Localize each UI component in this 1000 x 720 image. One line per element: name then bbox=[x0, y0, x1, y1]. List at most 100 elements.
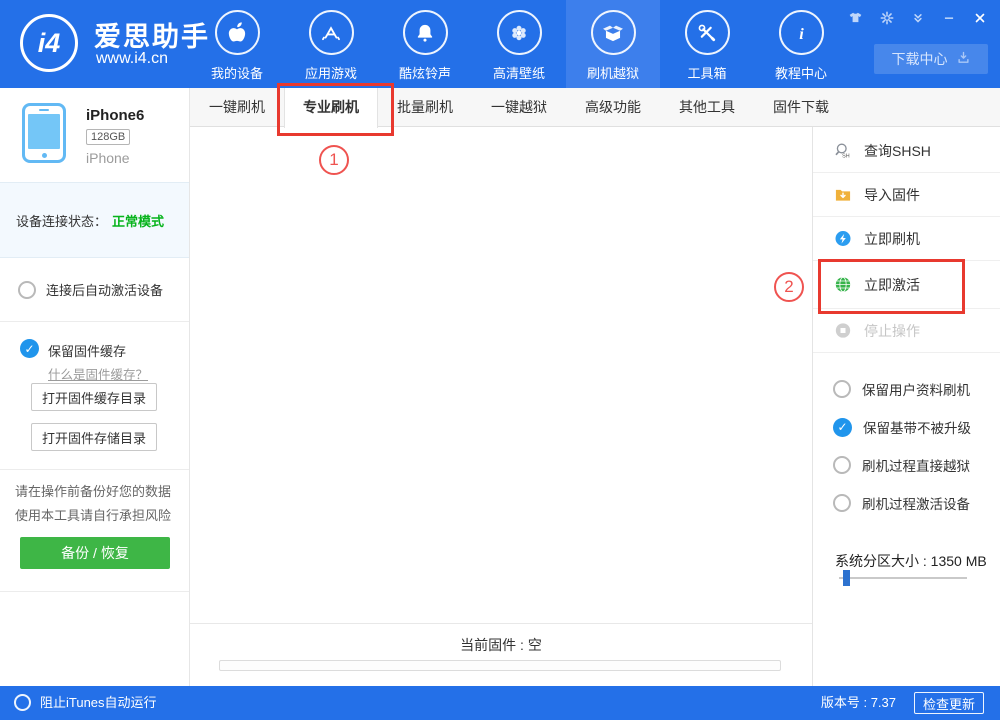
toolbox-icon bbox=[685, 10, 730, 55]
check-update-button[interactable]: 检查更新 bbox=[914, 692, 984, 714]
nav-label: 酷炫铃声 bbox=[399, 63, 451, 82]
action-query-shsh[interactable]: SH 查询SHSH bbox=[813, 129, 1000, 173]
nav-item-apps-games[interactable]: 应用游戏 bbox=[284, 0, 378, 88]
action-stop[interactable]: 停止操作 bbox=[813, 309, 1000, 353]
apple-icon bbox=[215, 10, 260, 55]
nav-item-toolbox[interactable]: 工具箱 bbox=[660, 0, 754, 88]
tab-advanced-features[interactable]: 高级功能 bbox=[566, 88, 660, 127]
partition-slider-thumb[interactable] bbox=[843, 570, 850, 586]
tab-pro-flash[interactable]: 专业刷机 bbox=[284, 88, 378, 128]
device-type: iPhone bbox=[86, 150, 130, 166]
nav-item-wallpapers[interactable]: 高清壁纸 bbox=[472, 0, 566, 88]
main-nav: 我的设备 应用游戏 酷炫铃声 高清壁纸 刷机越狱 bbox=[190, 0, 848, 88]
radio-icon[interactable] bbox=[833, 456, 851, 474]
action-label: 停止操作 bbox=[864, 321, 920, 341]
iphone-icon bbox=[22, 103, 66, 163]
close-icon[interactable] bbox=[967, 9, 992, 27]
option-label: 保留基带不被升级 bbox=[863, 417, 971, 437]
annotation-step-2: 2 bbox=[774, 272, 804, 302]
tab-one-click-flash[interactable]: 一键刷机 bbox=[190, 88, 284, 127]
action-import-firmware[interactable]: 导入固件 bbox=[813, 173, 1000, 217]
option-label: 刷机过程激活设备 bbox=[862, 493, 970, 513]
phone-home-button bbox=[42, 153, 47, 158]
nav-item-my-devices[interactable]: 我的设备 bbox=[190, 0, 284, 88]
tab-batch-flash[interactable]: 批量刷机 bbox=[378, 88, 472, 127]
annotation-step-1: 1 bbox=[319, 145, 349, 175]
option-label: 刷机过程直接越狱 bbox=[862, 455, 970, 475]
header: i4 爱思助手 www.i4.cn 我的设备 应用游戏 酷炫铃声 高清壁纸 bbox=[0, 0, 1000, 88]
open-storage-dir-button[interactable]: 打开固件存储目录 bbox=[31, 423, 157, 451]
action-panel: SH 查询SHSH 导入固件 立即刷机 立即激活 停止操作 bbox=[812, 127, 1000, 686]
block-itunes-label: 阻止iTunes自动运行 bbox=[40, 686, 157, 720]
checked-radio-icon[interactable]: ✓ bbox=[833, 418, 852, 437]
option-activate-during-flash[interactable]: 刷机过程激活设备 bbox=[813, 484, 1000, 522]
logo-badge: i4 bbox=[38, 28, 61, 59]
block-itunes-radio[interactable] bbox=[14, 694, 31, 711]
option-jailbreak-during-flash[interactable]: 刷机过程直接越狱 bbox=[813, 446, 1000, 484]
minimize-icon[interactable] bbox=[936, 9, 961, 27]
flash-progress-bar bbox=[219, 660, 781, 671]
activate-globe-icon bbox=[833, 275, 853, 295]
connection-status-value: 正常模式 bbox=[112, 211, 164, 230]
nav-item-flash-jailbreak[interactable]: 刷机越狱 bbox=[566, 0, 660, 88]
partition-size-value: 1350 MB bbox=[931, 553, 987, 569]
jailbreak-box-icon bbox=[591, 10, 636, 55]
download-center-button[interactable]: 下载中心 bbox=[874, 44, 988, 74]
app-url: www.i4.cn bbox=[96, 50, 168, 68]
app-logo-icon: i4 bbox=[20, 14, 78, 72]
import-firmware-icon bbox=[833, 185, 853, 205]
radio-icon[interactable] bbox=[833, 494, 851, 512]
option-keep-user-data[interactable]: 保留用户资料刷机 bbox=[813, 370, 1000, 408]
settings-gear-icon[interactable] bbox=[874, 9, 899, 27]
option-keep-baseband[interactable]: ✓ 保留基带不被升级 bbox=[813, 408, 1000, 446]
info-icon: i bbox=[779, 10, 824, 55]
download-icon bbox=[956, 50, 971, 68]
partition-slider-track[interactable] bbox=[839, 577, 967, 579]
divider bbox=[190, 623, 812, 624]
collapse-menu-icon[interactable] bbox=[905, 9, 930, 27]
version-label: 版本号 : 7.37 bbox=[821, 686, 896, 720]
tab-other-tools[interactable]: 其他工具 bbox=[660, 88, 754, 127]
nav-label: 我的设备 bbox=[211, 63, 263, 82]
radio-icon[interactable] bbox=[833, 380, 851, 398]
tab-one-click-jailbreak[interactable]: 一键越狱 bbox=[472, 88, 566, 127]
nav-label: 工具箱 bbox=[687, 63, 726, 82]
keep-cache-label: 保留固件缓存 bbox=[48, 341, 126, 360]
appstore-icon bbox=[309, 10, 354, 55]
check-icon: ✓ bbox=[837, 420, 847, 434]
action-label: 导入固件 bbox=[864, 185, 920, 205]
device-name: iPhone6 bbox=[86, 107, 144, 124]
action-label: 立即刷机 bbox=[864, 229, 920, 249]
check-icon: ✓ bbox=[24, 342, 34, 356]
tab-firmware-download[interactable]: 固件下载 bbox=[754, 88, 848, 127]
phone-speaker bbox=[39, 109, 49, 111]
auto-activate-radio[interactable] bbox=[18, 281, 36, 299]
nav-item-tutorials[interactable]: i 教程中心 bbox=[754, 0, 848, 88]
flash-tabbar: 一键刷机 专业刷机 批量刷机 一键越狱 高级功能 其他工具 固件下载 bbox=[190, 88, 1000, 127]
action-label: 立即激活 bbox=[864, 275, 920, 295]
auto-activate-label: 连接后自动激活设备 bbox=[46, 280, 163, 299]
current-firmware-status: 当前固件 : 空 bbox=[190, 635, 812, 655]
bell-icon bbox=[403, 10, 448, 55]
device-info: iPhone6 128GB iPhone bbox=[0, 88, 189, 182]
wallpaper-icon bbox=[497, 10, 542, 55]
svg-text:i: i bbox=[799, 24, 804, 42]
open-cache-dir-button[interactable]: 打开固件缓存目录 bbox=[31, 383, 157, 411]
skin-icon[interactable] bbox=[843, 9, 868, 27]
auto-activate-row[interactable]: 连接后自动激活设备 bbox=[0, 258, 189, 322]
backup-restore-button[interactable]: 备份 / 恢复 bbox=[20, 537, 170, 569]
keep-cache-checkbox[interactable]: ✓ bbox=[20, 339, 39, 358]
action-list: SH 查询SHSH 导入固件 立即刷机 立即激活 停止操作 bbox=[813, 129, 1000, 353]
flash-options: 保留用户资料刷机 ✓ 保留基带不被升级 刷机过程直接越狱 刷机过程激活设备 bbox=[813, 370, 1000, 522]
connection-status-label: 设备连接状态： bbox=[16, 211, 107, 230]
footer-bar: 阻止iTunes自动运行 版本号 : 7.37 检查更新 bbox=[0, 686, 1000, 720]
warning-line-2: 使用本工具请自行承担风险 bbox=[15, 505, 171, 524]
partition-size-label: 系统分区大小 : bbox=[835, 553, 927, 569]
action-activate-now[interactable]: 立即激活 bbox=[813, 261, 1000, 309]
partition-size-row: 系统分区大小 : 1350 MB bbox=[835, 551, 987, 571]
phone-screen bbox=[28, 114, 60, 149]
cache-help-link[interactable]: 什么是固件缓存？ bbox=[48, 364, 148, 383]
action-flash-now[interactable]: 立即刷机 bbox=[813, 217, 1000, 261]
nav-label: 应用游戏 bbox=[305, 63, 357, 82]
nav-item-ringtones[interactable]: 酷炫铃声 bbox=[378, 0, 472, 88]
